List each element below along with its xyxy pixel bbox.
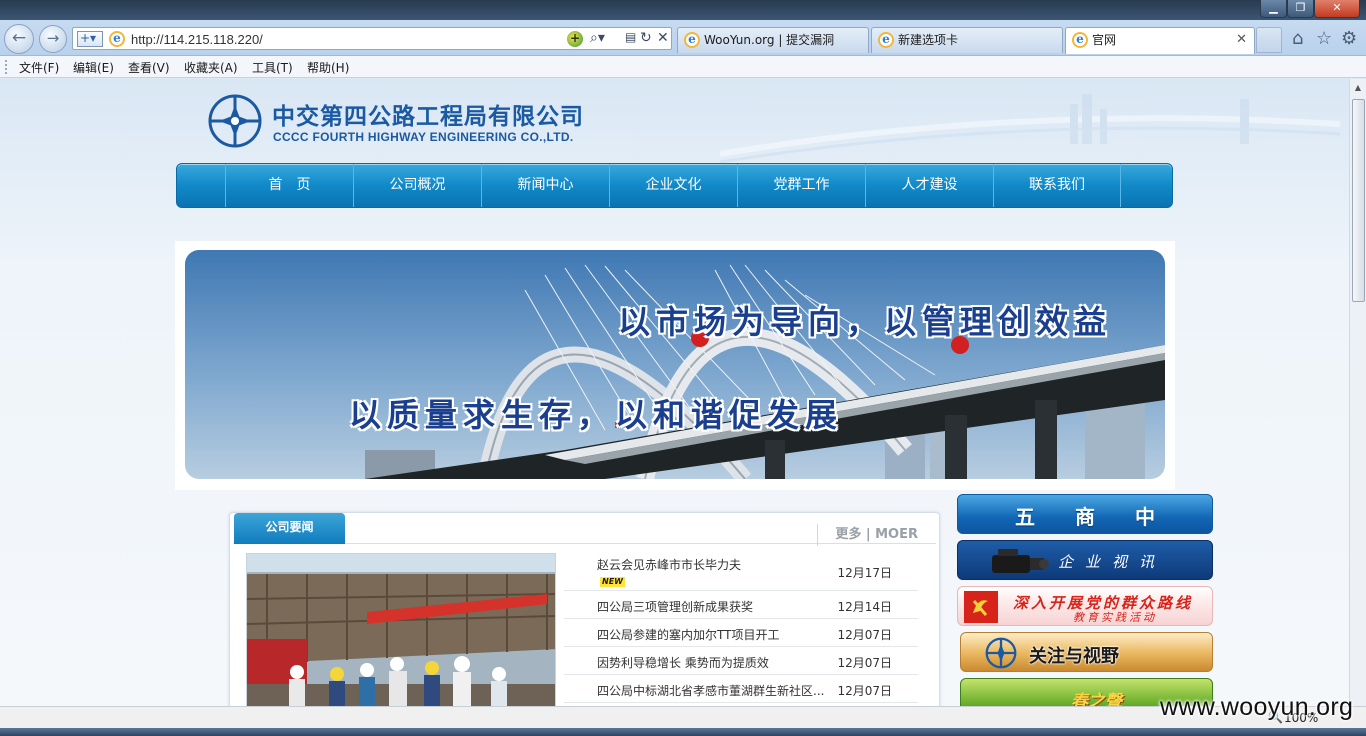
watermark-text: www.wooyun.org	[1160, 693, 1354, 721]
back-button[interactable]: ←	[4, 24, 34, 54]
scrollbar-thumb[interactable]	[1352, 99, 1365, 302]
ie-tab-icon: e	[684, 32, 700, 48]
new-badge: NEW	[600, 577, 625, 587]
news-title[interactable]: 四公局参建的塞内加尔TT项目开工	[597, 626, 779, 643]
news-photo[interactable]	[246, 553, 556, 706]
news-item[interactable]: 因势利导稳增长 乘势而为提质效 12月07日	[564, 647, 918, 675]
nav-home[interactable]: 首 页	[225, 164, 353, 207]
back-arrow-icon: ←	[11, 28, 27, 48]
side-banner-focus-label: 关注与视野	[1029, 646, 1119, 667]
scroll-up-arrow-icon[interactable]: ▲	[1350, 81, 1366, 95]
news-title[interactable]: 赵云会见赤峰市市长毕力夫	[597, 556, 741, 573]
hero-banner[interactable]: 以市场为导向，以管理创效益 以质量求生存，以和谐促发展	[185, 250, 1165, 479]
addon-icon[interactable]: +	[567, 31, 583, 47]
browser-toolbar: ▁ ❐ ✕ ← → +▾ e http://114.215.118.220/ +…	[0, 0, 1366, 56]
news-list: 赵云会见赤峰市市长毕力夫 NEW 12月17日 四公局三项管理创新成果获奖 12…	[564, 551, 918, 703]
menu-help[interactable]: 帮助(H)	[307, 59, 349, 76]
company-name-cn[interactable]: 中交第四公路工程局有限公司	[272, 97, 584, 131]
nav-corporate-culture[interactable]: 企业文化	[609, 164, 737, 207]
tab-official-site[interactable]: e 官网 ✕	[1065, 27, 1255, 54]
news-date: 12月17日	[837, 566, 892, 580]
window-title-bar	[0, 0, 1366, 20]
side-banner-wushang-label: 五商中交	[1015, 505, 1195, 529]
minimize-button[interactable]: ▁	[1260, 0, 1287, 18]
address-text[interactable]: http://114.215.118.220/	[131, 32, 263, 47]
ie-page-icon: e	[109, 31, 125, 47]
windows-taskbar	[0, 728, 1366, 736]
header-skyline-graphic	[720, 94, 1340, 164]
stop-icon[interactable]: ✕	[657, 30, 669, 46]
news-tab[interactable]: 公司要闻	[234, 513, 345, 544]
side-banner-wushang[interactable]: 五商中交	[957, 494, 1213, 534]
vertical-scrollbar[interactable]: ▲	[1349, 79, 1366, 706]
news-date: 12月14日	[837, 600, 892, 614]
news-item[interactable]: 四公局中标湖北省孝感市董湖群生新社区... 12月07日	[564, 675, 918, 703]
menu-tools[interactable]: 工具(T)	[252, 59, 293, 76]
side-banner-focus[interactable]: 关注与视野	[960, 632, 1213, 672]
home-icon[interactable]: ⌂	[1292, 28, 1303, 49]
company-news-panel: 公司要闻 更多 | MOER 赵云会见赤峰市市长毕力夫 NEW 12月17日 四…	[229, 512, 940, 706]
compatibility-view-button[interactable]: +▾	[77, 31, 103, 47]
close-tab-icon[interactable]: ✕	[1236, 28, 1247, 52]
side-banner-party-subtitle: 教育实践活动	[1073, 611, 1157, 624]
ie-tab-icon: e	[1072, 32, 1088, 48]
side-banner-party[interactable]: 深入开展党的群众路线 教育实践活动	[957, 586, 1213, 626]
company-logo-icon	[985, 637, 1017, 669]
side-banner-video-label: 企业视讯	[1058, 553, 1167, 571]
news-title[interactable]: 因势利导稳增长 乘势而为提质效	[597, 654, 769, 671]
refresh-icon[interactable]: ↻	[640, 30, 652, 46]
tab-new-tab[interactable]: e 新建选项卡	[871, 27, 1063, 53]
news-date: 12月07日	[837, 684, 892, 698]
menu-favorites[interactable]: 收藏夹(A)	[184, 59, 238, 76]
gear-icon[interactable]: ⚙	[1341, 28, 1357, 49]
video-camera-icon	[992, 549, 1049, 573]
compat-page-icon[interactable]: ▤	[625, 30, 636, 44]
forward-button[interactable]: →	[39, 25, 67, 53]
banner-slogan-2: 以质量求生存，以和谐促发展	[349, 396, 844, 434]
construction-site-photo	[247, 554, 555, 706]
tab-wooyun[interactable]: e WooYun.org | 提交漏洞	[677, 27, 869, 53]
menu-edit[interactable]: 编辑(E)	[73, 59, 114, 76]
company-logo-icon	[208, 94, 262, 148]
company-name-en[interactable]: CCCC FOURTH HIGHWAY ENGINEERING CO.,LTD.	[273, 130, 573, 144]
new-tab-button[interactable]	[1256, 27, 1282, 53]
tab-label: WooYun.org | 提交漏洞	[704, 33, 835, 47]
bridge-photo	[185, 250, 1165, 479]
news-title[interactable]: 四公局中标湖北省孝感市董湖群生新社区...	[597, 682, 824, 699]
party-emblem-icon	[964, 591, 998, 623]
side-banner-spring-label: 春之聲	[1071, 692, 1122, 706]
banner-slogan-1: 以市场为导向，以管理创效益	[618, 303, 1113, 341]
favorites-star-icon[interactable]: ☆	[1316, 28, 1332, 49]
news-more-link[interactable]: 更多 | MOER	[817, 524, 936, 546]
news-item[interactable]: 四公局参建的塞内加尔TT项目开工 12月07日	[564, 619, 918, 647]
tab-label: 新建选项卡	[898, 33, 959, 47]
news-item[interactable]: 四公局三项管理创新成果获奖 12月14日	[564, 591, 918, 619]
nav-party-work[interactable]: 党群工作	[737, 164, 865, 207]
nav-news-center[interactable]: 新闻中心	[481, 164, 609, 207]
address-bar[interactable]: +▾ e http://114.215.118.220/ + ⌕▾ ▤ ↻ ✕	[72, 27, 672, 50]
page-viewport: 中交第四公路工程局有限公司 CCCC FOURTH HIGHWAY ENGINE…	[0, 79, 1366, 706]
main-navigation: 首 页 公司概况 新闻中心 企业文化 党群工作 人才建设 联系我们	[176, 163, 1173, 208]
news-title[interactable]: 四公局三项管理创新成果获奖	[597, 598, 753, 615]
menu-file[interactable]: 文件(F)	[19, 59, 59, 76]
news-item[interactable]: 赵云会见赤峰市市长毕力夫 NEW 12月17日	[564, 551, 918, 591]
menu-view[interactable]: 查看(V)	[128, 59, 170, 76]
menu-bar: 文件(F) 编辑(E) 查看(V) 收藏夹(A) 工具(T) 帮助(H)	[0, 56, 1366, 78]
side-banner-video[interactable]: 企业视讯	[957, 540, 1213, 580]
forward-arrow-icon: →	[46, 29, 60, 47]
nav-company-overview[interactable]: 公司概况	[353, 164, 481, 207]
tab-label: 官网	[1092, 33, 1117, 47]
nav-contact-us[interactable]: 联系我们	[993, 164, 1121, 207]
banner-frame: 以市场为导向，以管理创效益 以质量求生存，以和谐促发展	[175, 241, 1175, 490]
maximize-button[interactable]: ❐	[1287, 0, 1314, 18]
nav-talent[interactable]: 人才建设	[865, 164, 993, 207]
news-date: 12月07日	[837, 656, 892, 670]
ie-tab-icon: e	[878, 32, 894, 48]
news-date: 12月07日	[837, 628, 892, 642]
search-icon[interactable]: ⌕▾	[590, 30, 605, 46]
menu-grip	[5, 60, 8, 74]
close-window-button[interactable]: ✕	[1314, 0, 1360, 18]
